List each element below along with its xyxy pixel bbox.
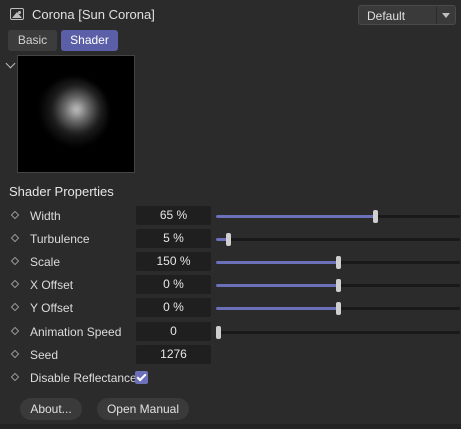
- keyframe-diamond-icon[interactable]: [10, 279, 20, 289]
- property-label: Y Offset: [30, 301, 73, 315]
- panel-header: Corona [Sun Corona] Default: [0, 0, 461, 30]
- property-label: Scale: [30, 255, 61, 269]
- disable-reflectance-checkbox[interactable]: [135, 371, 148, 384]
- tab-basic[interactable]: Basic: [8, 30, 57, 51]
- property-row-scale: Scale 150 %: [0, 252, 461, 272]
- slider-handle[interactable]: [336, 302, 341, 315]
- property-label: Seed: [30, 348, 59, 362]
- about-button[interactable]: About...: [20, 398, 82, 420]
- property-label: Width: [30, 209, 61, 223]
- property-row-y-offset: Y Offset 0 %: [0, 298, 461, 318]
- slider-handle[interactable]: [226, 233, 231, 246]
- property-row-x-offset: X Offset 0 %: [0, 275, 461, 295]
- turbulence-field[interactable]: 5 %: [136, 229, 211, 248]
- keyframe-diamond-icon[interactable]: [10, 233, 20, 243]
- property-label: Animation Speed: [30, 325, 122, 339]
- shader-preview: [17, 55, 135, 173]
- corona-glow: [38, 78, 108, 148]
- property-row-turbulence: Turbulence 5 %: [0, 229, 461, 249]
- property-label: Turbulence: [30, 232, 90, 246]
- slider-handle[interactable]: [336, 279, 341, 292]
- turbulence-slider[interactable]: [216, 233, 460, 246]
- preset-dropdown[interactable]: Default: [358, 5, 456, 25]
- section-title: Shader Properties: [9, 184, 114, 199]
- panel-footer-divider: [0, 424, 461, 429]
- scale-slider[interactable]: [216, 256, 460, 269]
- object-title: Corona [Sun Corona]: [32, 7, 155, 22]
- y-offset-field[interactable]: 0 %: [136, 298, 211, 317]
- tab-shader[interactable]: Shader: [61, 30, 118, 51]
- slider-handle[interactable]: [216, 326, 221, 339]
- chevron-down-icon[interactable]: [436, 6, 455, 24]
- width-slider[interactable]: [216, 210, 460, 223]
- slider-fill: [216, 215, 375, 218]
- slider-fill: [216, 261, 338, 264]
- keyframe-diamond-icon[interactable]: [10, 302, 20, 312]
- keyframe-diamond-icon[interactable]: [10, 256, 20, 266]
- property-row-disable-reflectance: Disable Reflectance: [0, 368, 461, 388]
- property-row-seed: Seed 1276: [0, 345, 461, 365]
- slider-fill: [216, 307, 338, 310]
- x-offset-field[interactable]: 0 %: [136, 275, 211, 294]
- keyframe-diamond-icon[interactable]: [10, 349, 20, 359]
- collapse-chevron-icon[interactable]: [5, 58, 16, 69]
- slider-handle[interactable]: [373, 210, 378, 223]
- animation-speed-slider[interactable]: [216, 326, 460, 339]
- property-row-width: Width 65 %: [0, 206, 461, 226]
- slider-handle[interactable]: [336, 256, 341, 269]
- open-manual-button[interactable]: Open Manual: [97, 398, 189, 420]
- animation-speed-field[interactable]: 0: [136, 322, 211, 341]
- width-field[interactable]: 65 %: [136, 206, 211, 225]
- seed-field[interactable]: 1276: [136, 345, 211, 364]
- image-icon: [10, 8, 24, 20]
- property-label: X Offset: [30, 278, 74, 292]
- attribute-panel: Corona [Sun Corona] Default Basic Shader…: [0, 0, 461, 429]
- scale-field[interactable]: 150 %: [136, 252, 211, 271]
- x-offset-slider[interactable]: [216, 279, 460, 292]
- property-label: Disable Reflectance: [30, 371, 137, 385]
- keyframe-diamond-icon[interactable]: [10, 372, 20, 382]
- y-offset-slider[interactable]: [216, 302, 460, 315]
- preset-label: Default: [367, 9, 406, 23]
- slider-fill: [216, 284, 338, 287]
- keyframe-diamond-icon[interactable]: [10, 210, 20, 220]
- property-row-animation-speed: Animation Speed 0: [0, 322, 461, 342]
- keyframe-diamond-icon[interactable]: [10, 326, 20, 336]
